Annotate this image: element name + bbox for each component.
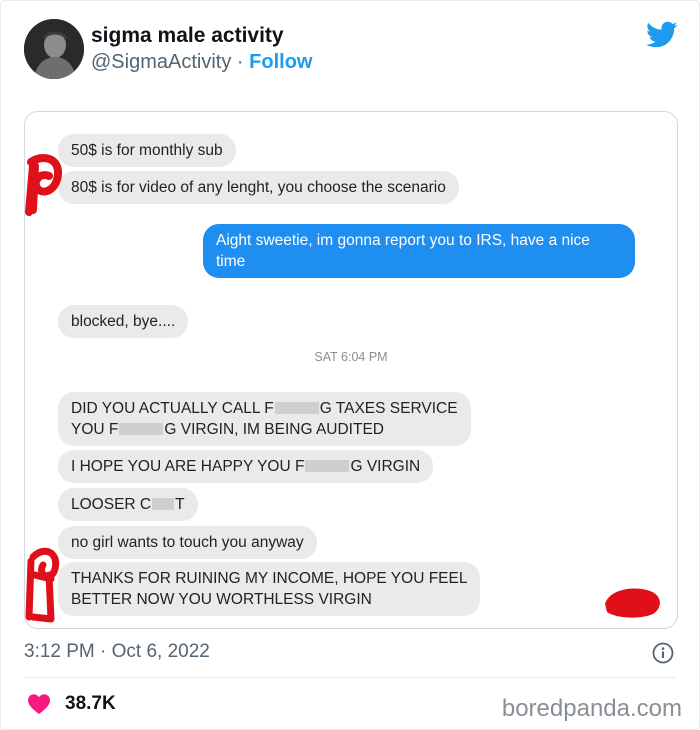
avatar[interactable] (24, 19, 84, 79)
red-scribble (25, 547, 60, 623)
message-text: G VIRGIN, IM BEING AUDITED (164, 421, 384, 438)
message-text: YOU F (71, 421, 119, 438)
display-name[interactable]: sigma male activity (91, 24, 284, 48)
message-bubble: no girl wants to touch you anyway (58, 526, 317, 559)
tweet-timestamp[interactable]: 3:12 PM · Oct 6, 2022 (24, 641, 210, 663)
like-count[interactable]: 38.7K (65, 693, 116, 715)
message-bubble: THANKS FOR RUINING MY INCOME, HOPE YOU F… (58, 562, 481, 616)
handle-line: @SigmaActivity · Follow (91, 51, 312, 74)
censor-bar (274, 402, 319, 414)
message-bubble: blocked, bye.... (58, 305, 189, 338)
message-text: blocked, bye.... (71, 313, 176, 330)
chat-screenshot[interactable]: 50$ is for monthly sub 80$ is for video … (24, 111, 678, 629)
watermark: boredpanda.com (501, 695, 682, 722)
message-bubble: LOOSER C T (58, 488, 198, 521)
message-text: G VIRGIN (350, 458, 421, 475)
separator: · (236, 51, 244, 73)
heart-icon[interactable] (27, 693, 51, 715)
message-text: G TAXES SERVICE (319, 400, 458, 417)
message-text: 50$ is for monthly sub (71, 142, 223, 159)
twitter-bird-icon[interactable] (646, 21, 678, 49)
censor-bar (152, 498, 175, 510)
censor-bar (305, 460, 350, 472)
message-text: T (175, 496, 185, 513)
follow-button[interactable]: Follow (249, 51, 312, 73)
message-text: Aight sweetie, im gonna report you to IR… (216, 232, 590, 270)
message-text: no girl wants to touch you anyway (71, 534, 304, 551)
message-text: 80$ is for video of any lenght, you choo… (71, 179, 446, 196)
divider (24, 677, 676, 678)
message-line: BETTER NOW YOU WORTHLESS VIRGIN (71, 591, 372, 608)
time-divider: SAT 6:04 PM (314, 350, 388, 364)
tweet-card: sigma male activity @SigmaActivity · Fol… (0, 0, 700, 730)
message-text: DID YOU ACTUALLY CALL F (71, 400, 274, 417)
message-bubble: 80$ is for video of any lenght, you choo… (58, 171, 459, 204)
red-scribble (25, 154, 62, 216)
message-text: I HOPE YOU ARE HAPPY YOU F (71, 458, 305, 475)
message-line: DID YOU ACTUALLY CALL F G TAXES SERVICE (71, 398, 458, 419)
info-icon[interactable] (652, 642, 674, 664)
censor-bar (119, 423, 164, 435)
red-scribble (605, 588, 660, 618)
message-text: LOOSER C (71, 496, 152, 513)
message-bubble: DID YOU ACTUALLY CALL F G TAXES SERVICE Y… (58, 392, 471, 446)
handle[interactable]: @SigmaActivity (91, 51, 231, 73)
message-line: THANKS FOR RUINING MY INCOME, HOPE YOU F… (71, 570, 468, 587)
message-line: YOU F G VIRGIN, IM BEING AUDITED (71, 419, 458, 440)
message-bubble: 50$ is for monthly sub (58, 134, 236, 167)
reply-bubble: Aight sweetie, im gonna report you to IR… (203, 224, 635, 278)
message-bubble: I HOPE YOU ARE HAPPY YOU F G VIRGIN (58, 450, 434, 483)
